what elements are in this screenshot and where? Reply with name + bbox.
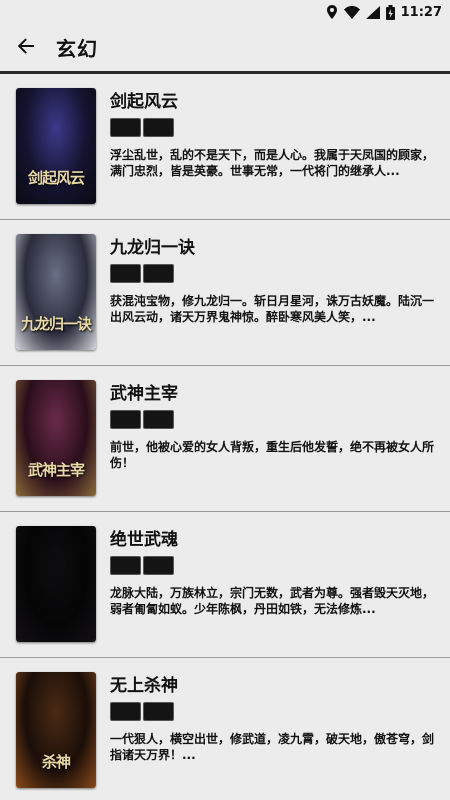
tag bbox=[143, 118, 174, 137]
wifi-icon bbox=[343, 5, 360, 19]
tag-row bbox=[110, 410, 434, 430]
location-icon bbox=[326, 5, 338, 19]
tag bbox=[110, 264, 141, 283]
cover-title: 杀神 bbox=[41, 753, 71, 771]
arrow-left-icon bbox=[17, 37, 35, 59]
status-bar: 11:27 bbox=[0, 0, 450, 24]
book-cover: 武神主宰 bbox=[16, 380, 96, 496]
back-button[interactable] bbox=[0, 23, 52, 73]
tag bbox=[143, 264, 174, 283]
book-item[interactable]: 武神主宰 武神主宰 前世，他被心爱的女人背叛，重生后他发誓，绝不再被女人所伤！ bbox=[0, 366, 450, 512]
page-title: 玄幻 bbox=[56, 37, 98, 61]
tag-row bbox=[110, 118, 434, 138]
book-cover: 杀神 bbox=[16, 672, 96, 788]
book-cover: 剑起风云 bbox=[16, 88, 96, 204]
tag-row bbox=[110, 264, 434, 284]
book-description: 浮尘乱世，乱的不是天下，而是人心。我属于天凤国的顾家，满门忠烈，皆是英豪。世事无… bbox=[110, 148, 434, 178]
battery-icon bbox=[385, 4, 395, 20]
book-description: 龙脉大陆，万族林立，宗门无数，武者为尊。强者毁天灭地，弱者匍匐如蚁。少年陈枫，丹… bbox=[110, 586, 434, 616]
book-item[interactable]: 剑起风云 剑起风云 浮尘乱世，乱的不是天下，而是人心。我属于天凤国的顾家，满门忠… bbox=[0, 74, 450, 220]
tag bbox=[110, 556, 141, 575]
book-item[interactable]: 杀神 无上杀神 一代狠人，横空出世，修武道，凌九霄，破天地，傲苍穹，剑指诸天万界… bbox=[0, 658, 450, 800]
tag bbox=[143, 410, 174, 429]
clock: 11:27 bbox=[400, 4, 442, 20]
app-bar: 玄幻 bbox=[0, 24, 450, 74]
book-cover: 九龙归一诀 bbox=[16, 234, 96, 350]
tag bbox=[143, 556, 174, 575]
book-title: 九龙归一诀 bbox=[110, 238, 195, 258]
book-title: 无上杀神 bbox=[110, 676, 178, 696]
tag-row bbox=[110, 702, 434, 722]
cover-title: 剑起风云 bbox=[27, 169, 85, 187]
tag bbox=[110, 702, 141, 721]
book-list: 剑起风云 剑起风云 浮尘乱世，乱的不是天下，而是人心。我属于天凤国的顾家，满门忠… bbox=[0, 74, 450, 800]
book-title: 武神主宰 bbox=[110, 384, 178, 404]
book-description: 获混沌宝物，修九龙归一。斩日月星河，诛万古妖魔。陆沉一出风云动，诸天万界鬼神惊。… bbox=[110, 294, 434, 324]
tag bbox=[143, 702, 174, 721]
book-title: 绝世武魂 bbox=[110, 530, 178, 550]
signal-icon bbox=[365, 5, 380, 19]
book-cover bbox=[16, 526, 96, 642]
book-description: 前世，他被心爱的女人背叛，重生后他发誓，绝不再被女人所伤！ bbox=[110, 440, 434, 470]
book-title: 剑起风云 bbox=[110, 92, 178, 112]
book-item[interactable]: 九龙归一诀 九龙归一诀 获混沌宝物，修九龙归一。斩日月星河，诛万古妖魔。陆沉一出… bbox=[0, 220, 450, 366]
book-description: 一代狠人，横空出世，修武道，凌九霄，破天地，傲苍穹，剑指诸天万界！... bbox=[110, 732, 434, 762]
cover-title: 武神主宰 bbox=[27, 461, 85, 479]
cover-title: 九龙归一诀 bbox=[20, 315, 92, 333]
book-item[interactable]: 绝世武魂 龙脉大陆，万族林立，宗门无数，武者为尊。强者毁天灭地，弱者匍匐如蚁。少… bbox=[0, 512, 450, 658]
tag bbox=[110, 118, 141, 137]
tag bbox=[110, 410, 141, 429]
tag-row bbox=[110, 556, 434, 576]
